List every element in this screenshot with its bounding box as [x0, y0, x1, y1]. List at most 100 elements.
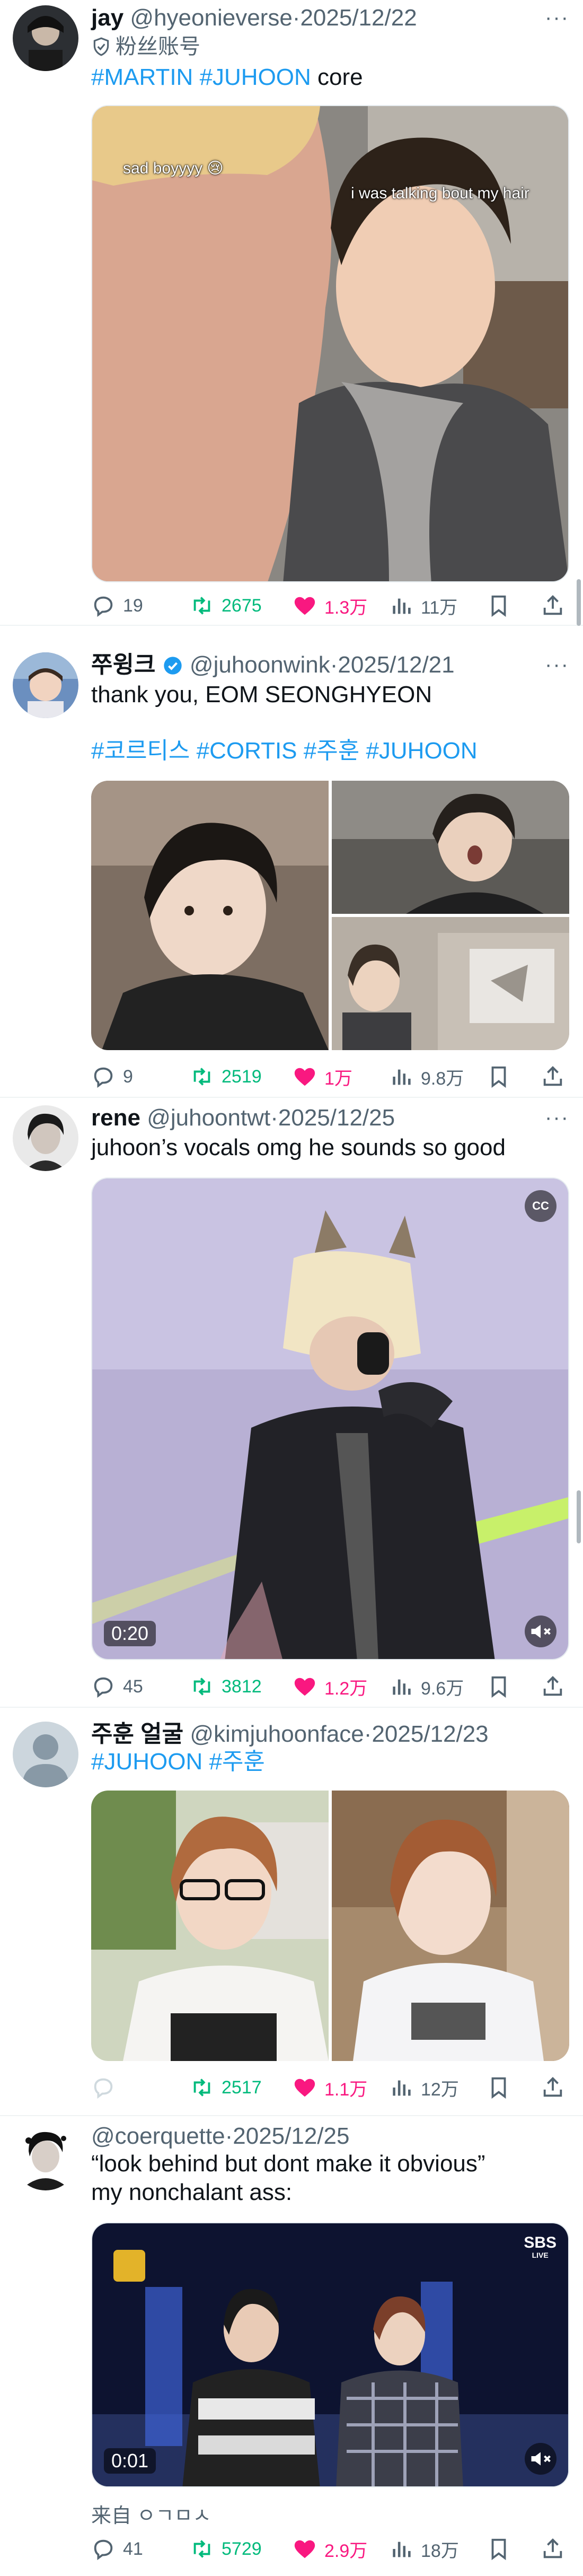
reply-button[interactable]	[91, 2072, 123, 2103]
avatar[interactable]	[13, 2125, 78, 2190]
user-handle[interactable]: @coerquette	[91, 2123, 225, 2149]
like-button[interactable]: 1万	[293, 1061, 352, 1093]
reply-button[interactable]: 19	[91, 590, 143, 622]
mute-button[interactable]	[525, 1616, 556, 1647]
display-name[interactable]: jay	[91, 5, 123, 31]
views-chart-icon	[393, 2542, 411, 2557]
reply-count: 41	[123, 2538, 143, 2559]
tweet-image[interactable]	[332, 1791, 569, 2061]
share-icon	[543, 1676, 562, 1696]
scrollbar-thumb[interactable]	[577, 579, 581, 626]
hashtag[interactable]: #CORTIS	[197, 738, 297, 764]
user-handle[interactable]: @juhoonwink	[190, 652, 330, 678]
image-caption-left: sad boyyyy 😢	[123, 160, 224, 177]
avatar[interactable]	[13, 5, 78, 71]
tweet-image[interactable]	[332, 781, 569, 914]
video-timecode: 0:01	[104, 2448, 156, 2474]
tweet-image-grid	[91, 1791, 569, 2061]
like-button[interactable]: 1.3万	[293, 590, 367, 622]
tweet-header: jay @hyeonieverse·2025/12/22	[91, 3, 417, 33]
post-date[interactable]: 2025/12/25	[233, 2123, 349, 2149]
retweet-button[interactable]: 5729	[190, 2533, 262, 2565]
views-button[interactable]: 12万	[389, 2072, 459, 2103]
views-button[interactable]: 9.8万	[389, 1061, 464, 1093]
tweet[interactable]: rene @juhoontwt·2025/12/25 ··· juhoon’s …	[0, 1098, 583, 1708]
bookmark-icon	[491, 1066, 506, 1088]
hashtag[interactable]: #JUHOON	[91, 1749, 202, 1775]
user-handle[interactable]: @hyeonieverse	[130, 5, 292, 31]
more-options-icon[interactable]: ···	[545, 7, 569, 28]
post-date[interactable]: 2025/12/23	[372, 1721, 488, 1747]
tweet-video[interactable]: CC 0:20	[91, 1177, 569, 1660]
retweet-button[interactable]: 2675	[190, 590, 262, 622]
closed-captions-button[interactable]: CC	[525, 1190, 556, 1222]
views-button[interactable]: 9.6万	[389, 1671, 464, 1702]
views-button[interactable]: 11万	[389, 590, 457, 622]
tweet-image[interactable]: sad boyyyy 😢 i was talking bout my hair	[91, 105, 569, 582]
post-date[interactable]: 2025/12/22	[300, 5, 417, 31]
avatar[interactable]	[13, 1105, 78, 1171]
post-date[interactable]: 2025/12/21	[338, 652, 454, 678]
tweet-image[interactable]	[91, 781, 329, 1050]
post-date[interactable]: 2025/12/25	[278, 1105, 395, 1131]
bookmark-button[interactable]	[487, 1061, 511, 1093]
tweet[interactable]: 쭈윙크 @juhoonwink·2025/12/21 ··· thank you…	[0, 626, 583, 1098]
scrollbar-thumb[interactable]	[577, 1490, 581, 1543]
views-button[interactable]: 18万	[389, 2533, 459, 2565]
speaker-muted-icon	[531, 2452, 551, 2466]
retweet-count: 2675	[222, 595, 262, 616]
broadcaster-logo: SBS LIVE	[524, 2234, 556, 2260]
user-handle[interactable]: @kimjuhoonface	[190, 1721, 364, 1747]
share-button[interactable]	[541, 1671, 565, 1702]
bookmark-button[interactable]	[487, 2072, 511, 2103]
like-count: 2.9万	[324, 2540, 368, 2561]
tweet[interactable]: jay @hyeonieverse·2025/12/22 ··· 粉丝账号 #M…	[0, 0, 583, 626]
action-bar: 19 2675 1.3万 11万	[91, 590, 570, 622]
more-options-icon[interactable]: ···	[545, 654, 569, 675]
more-options-icon[interactable]: ···	[545, 1107, 569, 1128]
tweet-header: rene @juhoontwt·2025/12/25	[91, 1103, 395, 1133]
tweet-text-line: my nonchalant ass:	[91, 2179, 293, 2205]
retweet-button[interactable]: 3812	[190, 1671, 262, 1702]
display-name[interactable]: 주훈 얼굴	[91, 1721, 183, 1747]
hashtag[interactable]: #JUHOON	[366, 738, 477, 764]
display-name[interactable]: rene	[91, 1105, 140, 1131]
source-label[interactable]: 来自 ㅇㄱㅁㅅ	[91, 2499, 211, 2528]
hashtag[interactable]: #코르티스	[91, 738, 190, 764]
tweet-image[interactable]	[91, 1791, 329, 2061]
hashtag[interactable]: #JUHOON	[200, 64, 311, 90]
reply-button[interactable]: 45	[91, 1671, 143, 1702]
view-count: 9.8万	[421, 1068, 464, 1089]
retweet-icon	[193, 597, 210, 615]
hashtag[interactable]: #주훈	[209, 1749, 264, 1775]
share-button[interactable]	[541, 2072, 565, 2103]
hashtag[interactable]: #MARTIN	[91, 64, 193, 90]
reply-button[interactable]: 9	[91, 1061, 133, 1093]
share-icon	[543, 595, 562, 615]
broadcaster-name: SBS	[524, 2234, 556, 2251]
mute-button[interactable]	[525, 2443, 556, 2475]
bookmark-button[interactable]	[487, 590, 511, 622]
tweet[interactable]: @coerquette·2025/12/25 “look behind but …	[0, 2116, 583, 2576]
tweet-video[interactable]: SBS LIVE 0:01	[91, 2222, 569, 2487]
avatar[interactable]	[13, 652, 78, 718]
tweet-image[interactable]	[332, 917, 569, 1050]
retweet-button[interactable]: 2517	[190, 2072, 262, 2103]
hashtag[interactable]: #주훈	[304, 738, 359, 764]
like-button[interactable]: 2.9万	[293, 2533, 367, 2565]
tweet[interactable]: 주훈 얼굴 @kimjuhoonface·2025/12/23 #JUHOON …	[0, 1708, 583, 2116]
retweet-button[interactable]: 2519	[190, 1061, 262, 1093]
user-handle[interactable]: @juhoontwt	[147, 1105, 270, 1131]
like-button[interactable]: 1.1万	[293, 2072, 367, 2103]
reply-button[interactable]: 41	[91, 2533, 143, 2565]
display-name[interactable]: 쭈윙크	[91, 652, 155, 678]
share-button[interactable]	[541, 1061, 565, 1093]
bookmark-button[interactable]	[487, 1671, 511, 1702]
reply-icon	[94, 1067, 113, 1088]
avatar[interactable]	[13, 1722, 78, 1787]
share-button[interactable]	[541, 2533, 565, 2565]
like-button[interactable]: 1.2万	[293, 1671, 367, 1702]
heart-icon	[294, 1068, 315, 1086]
share-button[interactable]	[541, 590, 565, 622]
bookmark-button[interactable]	[487, 2533, 511, 2565]
